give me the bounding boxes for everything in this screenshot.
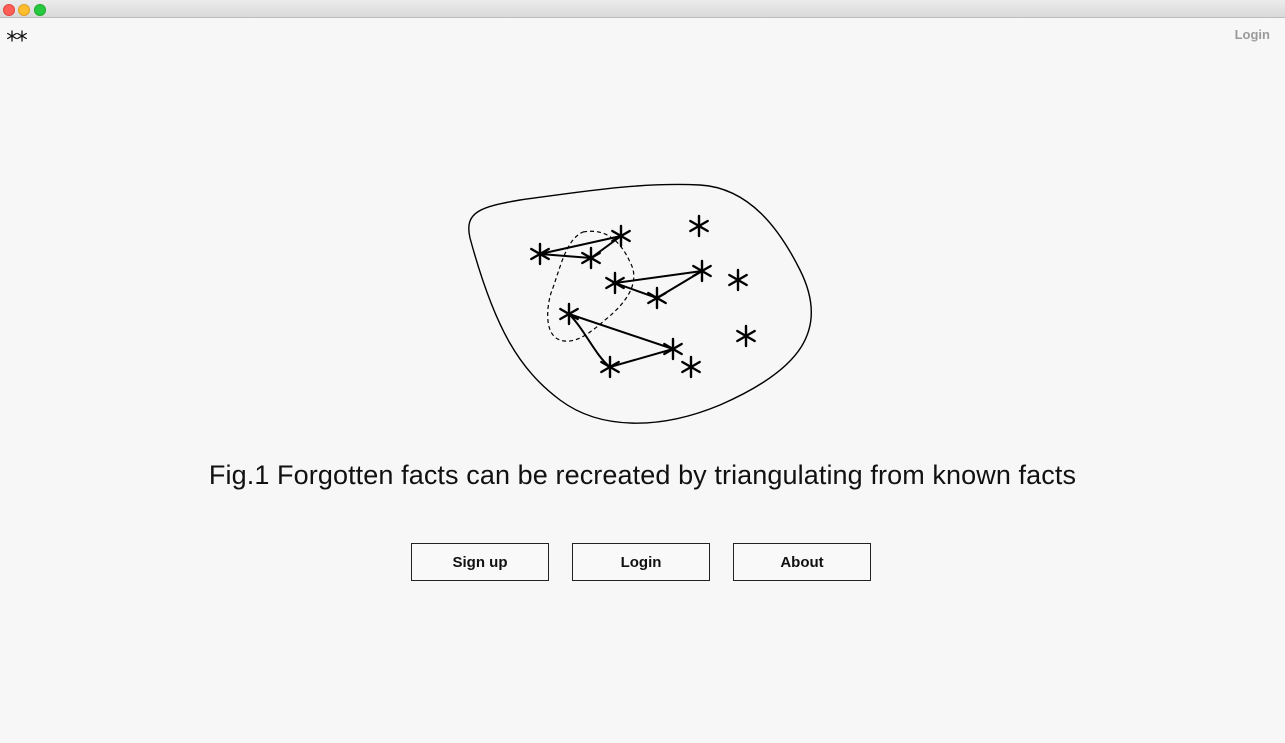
dashed-recreated-region [547,230,635,342]
star-icon [605,271,625,295]
star-icon [692,259,712,283]
maximize-window-button[interactable] [34,4,46,16]
knowledge-boundary-outline [468,183,813,424]
star-icon [559,302,579,326]
star-icon [530,242,550,266]
login-button[interactable]: Login [572,543,710,581]
figure-caption: Fig.1 Forgotten facts can be recreated b… [208,460,1077,490]
header-login-link[interactable]: Login [1235,27,1270,42]
constellation-stars [530,214,756,379]
star-icon [736,324,756,348]
close-window-button[interactable] [3,4,15,16]
star-icon [663,337,683,361]
two-stars-logo-icon[interactable] [6,28,28,44]
minimize-window-button[interactable] [18,4,30,16]
star-icon [600,355,620,379]
star-icon [689,214,709,238]
star-icon [728,268,748,292]
star-constellation-blob-illustration [468,183,813,424]
sign-up-button[interactable]: Sign up [411,543,549,581]
star-icon [581,246,601,270]
about-button[interactable]: About [733,543,871,581]
star-icon [681,355,701,379]
star-icon [647,286,667,310]
constellation-lines [539,235,703,368]
star-icon [611,224,631,248]
window-titlebar [0,0,1285,18]
